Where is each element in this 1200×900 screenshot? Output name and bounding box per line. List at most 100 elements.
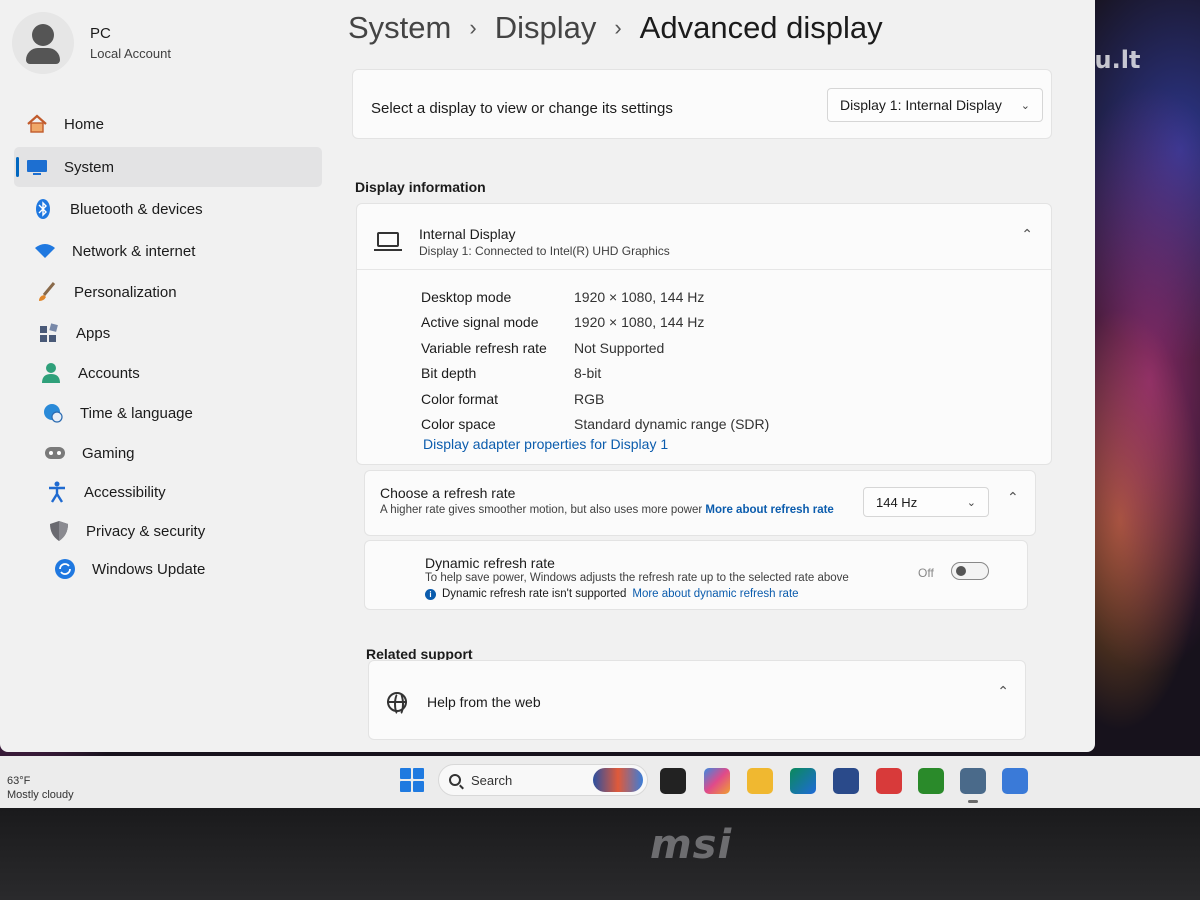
- apps-icon: [38, 322, 60, 344]
- display-information-header[interactable]: Internal Display Display 1: Connected to…: [357, 204, 1051, 270]
- profile-name: PC: [90, 25, 111, 42]
- info-key: Bit depth: [421, 365, 477, 382]
- sidebar-item-apps[interactable]: Apps: [14, 313, 322, 353]
- info-key: Color format: [421, 390, 499, 407]
- sidebar-item-personalization[interactable]: Personalization: [14, 272, 322, 312]
- store-icon[interactable]: [833, 768, 859, 794]
- profile[interactable]: PC Local Account: [12, 12, 171, 74]
- edge-icon[interactable]: [790, 768, 816, 794]
- copilot-icon[interactable]: [704, 768, 730, 794]
- sidebar-item-windows-update[interactable]: Windows Update: [14, 549, 322, 589]
- sidebar-item-label: Accessibility: [84, 483, 166, 501]
- bluetooth-icon: [32, 198, 54, 220]
- laptop-bezel: [0, 808, 1200, 900]
- breadcrumb-separator: ›: [614, 15, 622, 40]
- windows-start-icon[interactable]: [400, 768, 424, 792]
- xbox-icon[interactable]: [918, 768, 944, 794]
- breadcrumb-system[interactable]: System: [348, 10, 451, 46]
- more-about-refresh-rate-link[interactable]: More about refresh rate: [705, 504, 833, 516]
- sidebar-item-system[interactable]: System: [14, 147, 322, 187]
- breadcrumb: System › Display › Advanced display: [348, 10, 883, 46]
- chevron-up-icon[interactable]: ⌃: [1007, 489, 1019, 506]
- refresh-rate-description-text: A higher rate gives smoother motion, but…: [380, 504, 703, 516]
- sidebar-item-time-language[interactable]: Time & language: [14, 393, 322, 433]
- info-value: 8-bit: [574, 365, 602, 382]
- sidebar-item-bluetooth[interactable]: Bluetooth & devices: [14, 189, 322, 229]
- sidebar-item-accessibility[interactable]: Accessibility: [14, 472, 322, 512]
- refresh-rate-description: A higher rate gives smoother motion, but…: [380, 501, 850, 519]
- app-icon[interactable]: [876, 768, 902, 794]
- more-about-dynamic-refresh-link[interactable]: More about dynamic refresh rate: [632, 588, 798, 600]
- info-row: Variable refresh rate Not Supported: [421, 335, 769, 361]
- sidebar-item-home[interactable]: Home: [14, 104, 322, 144]
- chevron-down-icon: ⌄: [966, 496, 976, 509]
- info-icon: i: [425, 588, 436, 600]
- dynamic-refresh-description: To help save power, Windows adjusts the …: [425, 572, 849, 584]
- sidebar-item-label: Personalization: [74, 283, 177, 301]
- dynamic-refresh-toggle[interactable]: [951, 562, 989, 580]
- remote-desktop-icon[interactable]: [1002, 768, 1028, 794]
- weather-desc: Mostly cloudy: [7, 789, 74, 801]
- globe-clock-icon: [42, 402, 64, 424]
- weather-widget[interactable]: 63°F Mostly cloudy: [7, 774, 74, 802]
- accessibility-icon: [46, 481, 68, 503]
- display-information-card: Internal Display Display 1: Connected to…: [356, 203, 1052, 465]
- gamepad-icon: [44, 442, 66, 464]
- update-icon: [54, 558, 76, 580]
- display-adapter-properties-link[interactable]: Display adapter properties for Display 1: [423, 436, 668, 452]
- laptop-brand-logo: msi: [650, 822, 733, 868]
- sidebar-item-gaming[interactable]: Gaming: [14, 433, 322, 473]
- info-row: Color space Standard dynamic range (SDR): [421, 412, 769, 438]
- chevron-up-icon[interactable]: ⌃: [1021, 226, 1033, 243]
- sidebar-item-network[interactable]: Network & internet: [14, 231, 322, 271]
- monitor-icon: [26, 156, 48, 178]
- sidebar-item-privacy-security[interactable]: Privacy & security: [14, 511, 322, 551]
- breadcrumb-display[interactable]: Display: [495, 10, 597, 46]
- help-from-web-label: Help from the web: [427, 694, 541, 710]
- display-name: Internal Display: [419, 226, 516, 242]
- info-key: Desktop mode: [421, 288, 512, 305]
- settings-gear-icon[interactable]: [960, 768, 986, 803]
- dynamic-refresh-unsupported: Dynamic refresh rate isn't supported: [442, 588, 627, 600]
- brush-icon: [36, 281, 58, 303]
- sidebar-item-label: Time & language: [80, 404, 193, 422]
- refresh-rate-card: Choose a refresh rate A higher rate give…: [364, 470, 1036, 536]
- sidebar-item-accounts[interactable]: Accounts: [14, 353, 322, 393]
- display-connection: Display 1: Connected to Intel(R) UHD Gra…: [419, 244, 670, 258]
- home-icon: [26, 113, 48, 135]
- task-view-icon[interactable]: [660, 768, 686, 794]
- display-dropdown-value: Display 1: Internal Display: [840, 97, 1002, 113]
- file-explorer-icon[interactable]: [747, 768, 773, 794]
- wifi-icon: [34, 240, 56, 262]
- toggle-state-label: Off: [918, 566, 934, 580]
- sidebar-nav: Home System Bluetooth & devices Network …: [14, 104, 322, 589]
- display-dropdown[interactable]: Display 1: Internal Display ⌄: [827, 88, 1043, 122]
- globe-icon: [387, 692, 407, 716]
- chevron-up-icon[interactable]: ⌃: [997, 683, 1009, 700]
- info-value: 1920 × 1080, 144 Hz: [574, 314, 705, 331]
- settings-window: PC Local Account Home System Bluetooth &…: [0, 0, 1095, 752]
- refresh-rate-value: 144 Hz: [876, 494, 918, 510]
- sidebar-item-label: Network & internet: [72, 242, 196, 260]
- refresh-rate-title: Choose a refresh rate: [380, 485, 516, 501]
- search-highlight-icon: [593, 768, 643, 792]
- sidebar-item-label: Home: [64, 115, 105, 133]
- sidebar-item-label: Privacy & security: [86, 522, 206, 540]
- refresh-rate-dropdown[interactable]: 144 Hz ⌄: [863, 487, 989, 517]
- weather-temp: 63°F: [7, 775, 31, 787]
- chevron-down-icon: ⌄: [1020, 99, 1030, 112]
- dynamic-refresh-card: Dynamic refresh rate To help save power,…: [364, 540, 1028, 610]
- sidebar-item-label: Accounts: [78, 364, 140, 382]
- person-icon: [40, 362, 62, 384]
- search-icon: [449, 774, 461, 786]
- info-key: Color space: [421, 416, 496, 433]
- info-key: Variable refresh rate: [421, 339, 547, 356]
- info-row: Color format RGB: [421, 386, 769, 412]
- section-title-display-information: Display information: [355, 179, 486, 195]
- sidebar-item-label: Gaming: [82, 444, 135, 462]
- avatar: [12, 12, 74, 74]
- toggle-knob: [956, 566, 966, 576]
- info-value: Standard dynamic range (SDR): [574, 416, 770, 433]
- taskbar-search[interactable]: Search: [438, 764, 648, 796]
- help-from-web-card[interactable]: Help from the web ⌃: [368, 660, 1026, 740]
